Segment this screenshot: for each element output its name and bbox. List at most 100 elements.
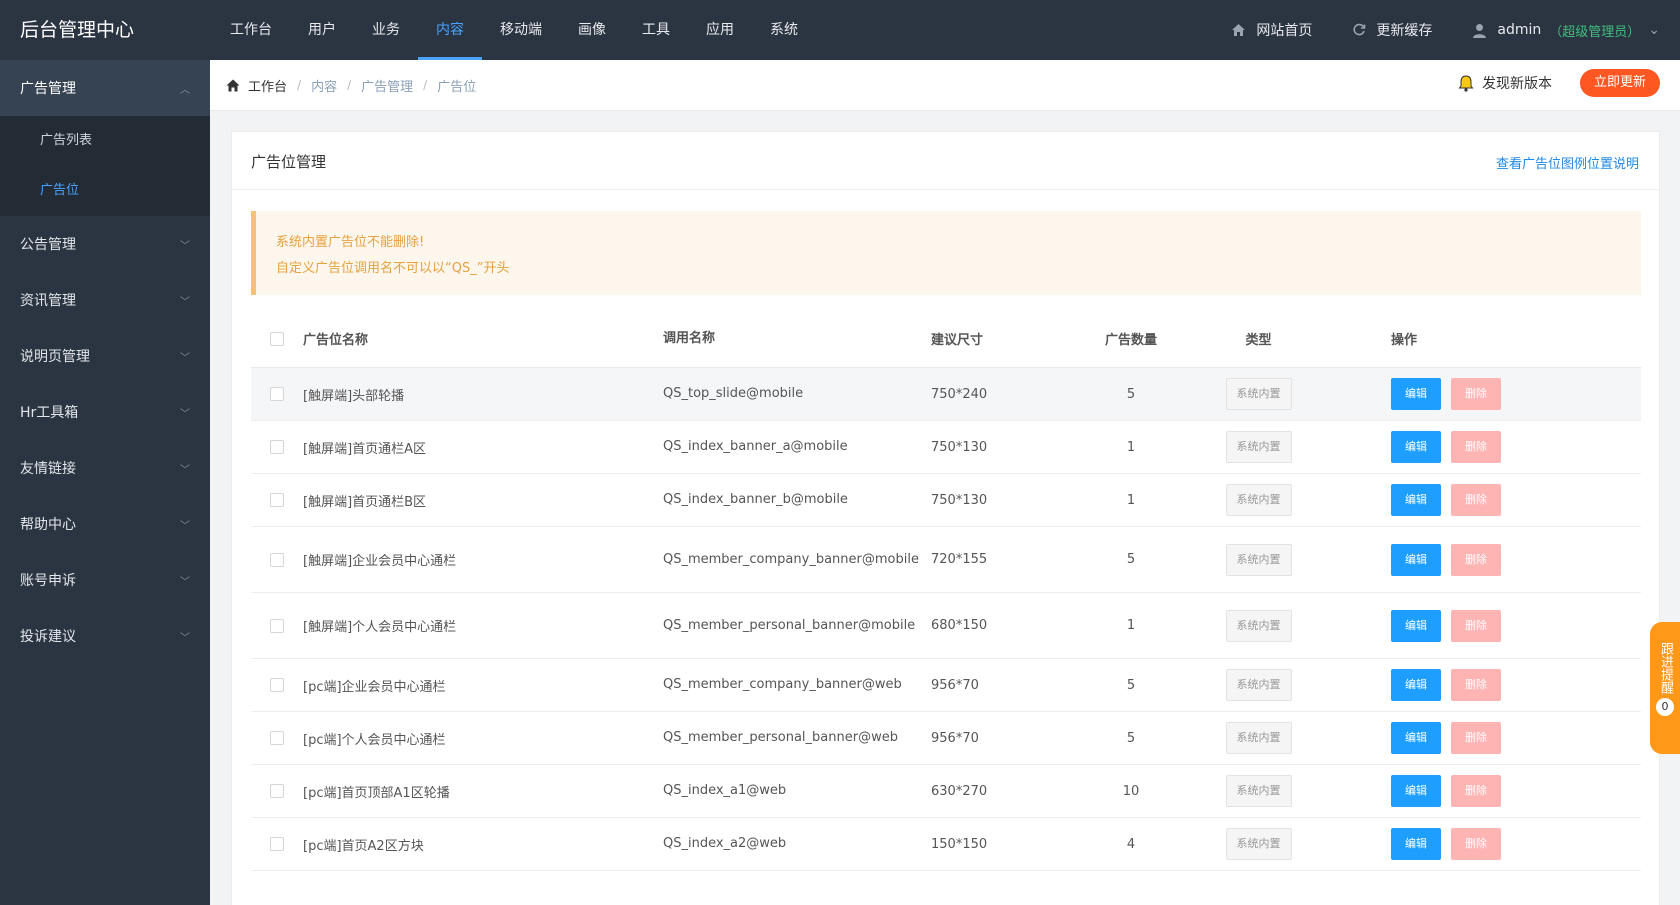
site-home-link[interactable]: 网站首页 (1231, 20, 1312, 40)
refresh-icon (1353, 23, 1366, 36)
breadcrumb-separator: / (297, 78, 302, 92)
sidebar-item-notices[interactable]: 公告管理 ﹀ (0, 216, 210, 272)
edit-button[interactable]: 编辑 (1391, 828, 1441, 860)
sidebar-item-ad-slots[interactable]: 广告位 (0, 166, 210, 216)
sidebar-item-label: 帮助中心 (20, 517, 76, 533)
slot-ad-count: 1 (1126, 439, 1136, 455)
chevron-down-icon: ﹀ (180, 408, 190, 420)
sidebar-item-hr-toolbox[interactable]: Hr工具箱 ﹀ (0, 384, 210, 440)
topnav-system[interactable]: 系统 (752, 0, 816, 60)
delete-button[interactable]: 删除 (1451, 609, 1501, 642)
refresh-cache-label: 更新缓存 (1376, 23, 1433, 39)
topnav-portrait[interactable]: 画像 (560, 0, 624, 60)
sidebar-item-ad-list[interactable]: 广告列表 (0, 116, 210, 166)
follow-up-label: 跟进提醒 (1657, 642, 1673, 694)
edit-button[interactable]: 编辑 (1391, 484, 1441, 516)
delete-button[interactable]: 删除 (1451, 431, 1501, 463)
edit-button[interactable]: 编辑 (1391, 609, 1441, 642)
sidebar-item-complaints[interactable]: 投诉建议 ﹀ (0, 608, 210, 664)
topnav-business[interactable]: 业务 (354, 0, 418, 60)
topnav-content[interactable]: 内容 (418, 0, 482, 60)
sidebar-item-explain-pages[interactable]: 说明页管理 ﹀ (0, 328, 210, 384)
chevron-up-icon: ︿ (180, 84, 190, 96)
row-checkbox[interactable] (270, 618, 284, 633)
sidebar-item-label: 友情链接 (20, 461, 76, 477)
delete-button[interactable]: 删除 (1451, 828, 1501, 860)
table-row: [pc端]企业会员中心通栏 QS_member_company_banner@we… (251, 659, 1641, 712)
top-nav: 工作台 用户 业务 内容 移动端 画像 工具 应用 系统 (212, 0, 816, 60)
row-checkbox[interactable] (270, 493, 284, 507)
row-checkbox[interactable] (270, 731, 284, 745)
user-menu[interactable]: admin （超级管理员） ⌄ (1472, 21, 1660, 40)
slot-ad-count: 5 (1126, 386, 1136, 402)
sidebar-item-appeals[interactable]: 账号申诉 ﹀ (0, 552, 210, 608)
row-checkbox[interactable] (270, 387, 284, 401)
topnav-apps[interactable]: 应用 (688, 0, 752, 60)
delete-button[interactable]: 删除 (1451, 722, 1501, 754)
sidebar: 广告管理 ︿ 广告列表 广告位 公告管理 ﹀ 资讯管理 ﹀ 说明页管理 ﹀ Hr工具箱… (0, 60, 210, 905)
chevron-down-icon: ﹀ (180, 296, 190, 308)
builtin-tag: 系统内置 (1225, 484, 1292, 516)
header-name: 广告位名称 (303, 333, 369, 348)
edit-button[interactable]: 编辑 (1391, 543, 1441, 576)
table-row: [pc端]个人会员中心通栏 QS_member_personal_banner@w… (251, 712, 1641, 765)
breadcrumb: 工作台 / 内容 / 广告管理 / 广告位 发现新版本 立即更新 (210, 60, 1680, 111)
update-notice-text: 发现新版本 (1481, 76, 1552, 92)
delete-button[interactable]: 删除 (1451, 484, 1501, 516)
edit-button[interactable]: 编辑 (1391, 378, 1441, 410)
follow-up-reminder-tab[interactable]: 跟进提醒 0 (1650, 622, 1680, 754)
topnav-mobile[interactable]: 移动端 (482, 0, 560, 60)
slot-call-name: QS_member_company_banner@mobile (663, 551, 919, 567)
breadcrumb-workbench[interactable]: 工作台 (248, 76, 287, 95)
breadcrumb-ads[interactable]: 广告管理 (361, 76, 413, 95)
slot-name: [触屏端]首页通栏B区 (303, 494, 427, 510)
slot-name: [触屏端]个人会员中心通栏 (303, 620, 457, 635)
table-row: [触屏端]首页通栏A区 QS_index_banner_a@mobile 750*1… (251, 421, 1641, 474)
sidebar-item-label: Hr工具箱 (20, 405, 79, 421)
slot-call-name: QS_member_personal_banner@web (663, 730, 898, 745)
topnav-users[interactable]: 用户 (290, 0, 354, 60)
table-body: [触屏端]头部轮播 QS_top_slide@mobile 750*240 5 系统内置… (251, 368, 1641, 871)
row-checkbox[interactable] (270, 552, 284, 567)
refresh-cache-link[interactable]: 更新缓存 (1352, 20, 1432, 40)
breadcrumb-ad-slots: 广告位 (437, 79, 477, 95)
slot-ad-count: 5 (1126, 552, 1136, 567)
row-checkbox[interactable] (270, 678, 284, 692)
topnav-tools[interactable]: 工具 (624, 0, 688, 60)
update-now-button[interactable]: 立即更新 (1579, 69, 1660, 97)
slot-name: [触屏端]头部轮播 (303, 388, 405, 404)
slot-legend-link[interactable]: 查看广告位图例位置说明 (1496, 153, 1639, 172)
slot-call-name: QS_index_banner_a@mobile (663, 439, 848, 454)
delete-button[interactable]: 删除 (1451, 669, 1501, 701)
chevron-down-icon: ⌄ (1648, 22, 1660, 38)
edit-button[interactable]: 编辑 (1391, 431, 1441, 463)
select-all-checkbox[interactable] (270, 331, 284, 346)
delete-button[interactable]: 删除 (1451, 775, 1501, 807)
slot-call-name: QS_index_a2@web (663, 836, 787, 851)
sidebar-item-news[interactable]: 资讯管理 ﹀ (0, 272, 210, 328)
row-checkbox[interactable] (270, 784, 284, 798)
slot-size: 750*130 (931, 439, 988, 455)
sidebar-item-help[interactable]: 帮助中心 ﹀ (0, 496, 210, 552)
sidebar-group-ads[interactable]: 广告管理 ︿ (0, 60, 210, 116)
row-checkbox[interactable] (270, 837, 284, 851)
sidebar-item-label: 投诉建议 (20, 629, 76, 645)
edit-button[interactable]: 编辑 (1391, 722, 1441, 754)
follow-up-label-text: 跟进提醒 (1658, 642, 1673, 694)
slot-call-name: QS_index_a1@web (663, 783, 787, 798)
sidebar-item-label: 账号申诉 (20, 573, 76, 589)
breadcrumb-content[interactable]: 内容 (311, 76, 337, 95)
edit-button[interactable]: 编辑 (1391, 775, 1441, 807)
slot-call-name: QS_member_company_banner@web (663, 677, 902, 692)
breadcrumb-separator: / (423, 78, 428, 92)
delete-button[interactable]: 删除 (1451, 543, 1501, 576)
top-bar: 后台管理中心 工作台 用户 业务 内容 移动端 画像 工具 应用 系统 网站首页… (0, 0, 1680, 60)
header-type: 类型 (1245, 333, 1272, 348)
page-title: 广告位管理 (251, 153, 327, 171)
slot-size: 750*130 (931, 492, 988, 508)
sidebar-item-friend-links[interactable]: 友情链接 ﹀ (0, 440, 210, 496)
topnav-workbench[interactable]: 工作台 (212, 0, 290, 60)
delete-button[interactable]: 删除 (1451, 378, 1501, 410)
edit-button[interactable]: 编辑 (1391, 669, 1441, 701)
row-checkbox[interactable] (270, 440, 284, 454)
